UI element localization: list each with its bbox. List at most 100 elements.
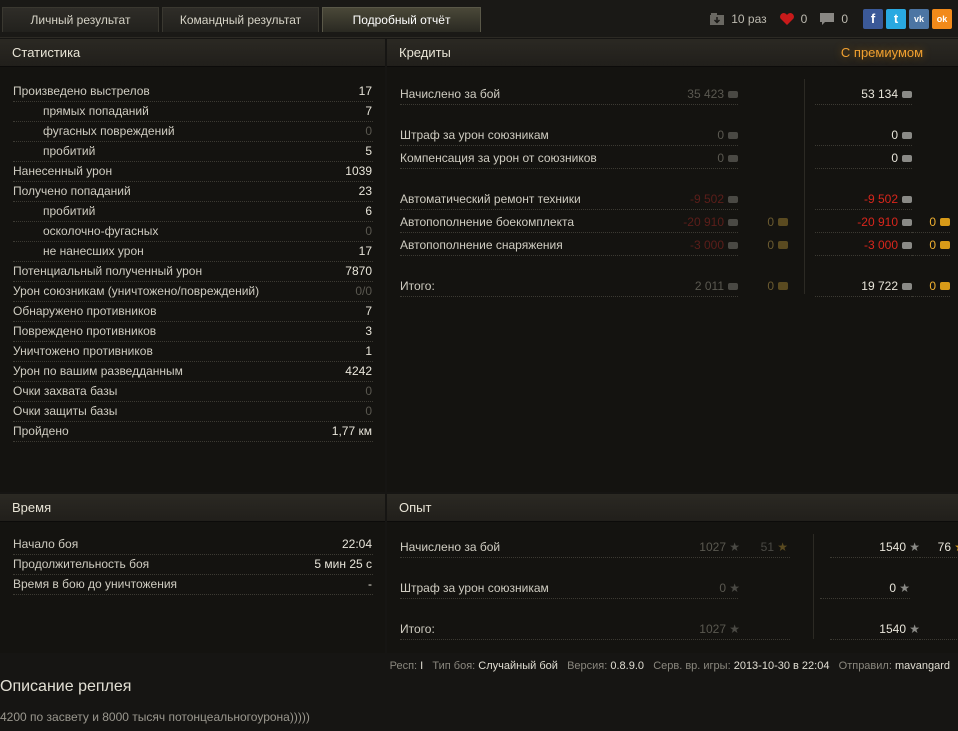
stat-row: Произведено выстрелов 17 [13, 82, 373, 102]
star-icon: ★ [729, 581, 740, 595]
stat-value: 0/0 [355, 284, 372, 298]
credit-base: 35 423 [650, 85, 738, 105]
time-value: 5 мин 25 с [314, 557, 372, 571]
odnoklassniki-icon[interactable]: ok [932, 9, 952, 29]
credit-base: -20 910 [650, 213, 738, 233]
credit-premium-gold-value: 0 [929, 215, 936, 229]
stat-label: Очки защиты базы [13, 404, 118, 418]
credit-premium: -3 000 [815, 236, 912, 256]
exp-premium: 1540 ★ [830, 538, 920, 558]
stat-row: Потенциальный полученный урон 7870 [13, 262, 373, 282]
credits-header: Кредиты С премиумом [387, 39, 958, 67]
credit-base-value: 2 011 [694, 279, 724, 293]
server-time-label: Серв. вр. игры: [653, 660, 731, 672]
credits-panel: Кредиты С премиумом Начислено за бой 35 … [387, 39, 958, 492]
credit-base-value: -3 000 [689, 238, 724, 252]
silver-coin-icon [728, 132, 738, 139]
battle-type-value: Случайный бой [478, 660, 558, 672]
tab-personal-result[interactable]: Личный результат [2, 7, 159, 32]
resp-value: I [420, 660, 424, 672]
gold-coin-icon [778, 218, 788, 226]
credit-premium-gold: 0 [912, 213, 950, 233]
vk-icon[interactable]: vk [909, 9, 929, 29]
gold-coin-icon [778, 282, 788, 290]
silver-coin-icon [902, 283, 912, 290]
tab-team-result[interactable]: Командный результат [162, 7, 319, 32]
stat-label: Пройдено [13, 424, 69, 438]
star-icon: ★ [899, 581, 910, 595]
stat-row: Урон союзникам (уничтожено/повреждений) 0… [13, 282, 373, 302]
exp-base: 0 ★ [650, 579, 740, 598]
credit-premium-value: 19 722 [861, 279, 898, 293]
twitter-icon[interactable]: t [886, 9, 906, 29]
silver-coin-icon [728, 242, 738, 249]
stat-label: Потенциальный полученный урон [13, 264, 203, 278]
star-icon: ★ [729, 540, 740, 554]
free-xp-star-icon: ★ [777, 540, 788, 554]
stat-row: Очки защиты базы 0 [13, 402, 373, 422]
stat-row: Получено попаданий 23 [13, 182, 373, 202]
stat-value: 4242 [345, 364, 372, 378]
exp-premium-value: 1540 [879, 622, 906, 636]
gold-coin-icon [778, 241, 788, 249]
experience-panel: Опыт Начислено за бой 1027 ★ 51 ★ 1540 ★ 76… [387, 494, 958, 653]
stat-value: 7 [365, 104, 372, 118]
silver-coin-icon [728, 91, 738, 98]
stat-label: прямых попаданий [43, 104, 149, 118]
credits-title: Кредиты [399, 45, 451, 60]
exp-premium-free-value: 76 [937, 540, 951, 554]
credit-base-gold-value: 0 [767, 238, 774, 252]
tab-detailed-report[interactable]: Подробный отчёт [322, 7, 481, 32]
sent-by-value[interactable]: mavangard [895, 660, 950, 672]
gold-coin-icon [940, 241, 950, 249]
stat-value: 0 [365, 404, 372, 418]
stat-row: Нанесенный урон 1039 [13, 162, 373, 182]
time-row: Начало боя 22:04 [13, 535, 373, 555]
star-icon: ★ [909, 622, 920, 636]
credit-premium-gold: 0 [912, 277, 950, 297]
stat-value: 17 [358, 244, 372, 258]
top-bar: Личный результат Командный результат Под… [0, 0, 958, 38]
exp-base-value: 1027 [699, 622, 726, 636]
stat-value: 23 [358, 184, 372, 198]
replay-info-bar: Респ: I Тип боя: Случайный бой Версия: 0… [0, 655, 958, 677]
silver-coin-icon [902, 155, 912, 162]
time-row: Время в бою до уничтожения - [13, 575, 373, 595]
stat-label: пробитий [43, 144, 96, 158]
credit-premium: 53 134 [815, 85, 912, 105]
comments-count: 0 [841, 12, 848, 26]
credit-base-gold: 0 [738, 213, 788, 233]
premium-label: С премиумом [840, 45, 924, 60]
stat-label: Урон союзникам (уничтожено/повреждений) [13, 284, 260, 298]
heart-icon[interactable] [779, 12, 795, 26]
credit-premium: 19 722 [815, 277, 912, 297]
stat-value: 7 [365, 304, 372, 318]
credit-base-value: 0 [717, 128, 724, 142]
stat-label: Нанесенный урон [13, 164, 113, 178]
stat-value: 5 [365, 144, 372, 158]
credit-premium-value: -9 502 [863, 192, 898, 206]
silver-coin-icon [902, 132, 912, 139]
stat-row: фугасных повреждений 0 [13, 122, 373, 142]
credit-premium-value: -3 000 [863, 238, 898, 252]
stat-label: пробитий [43, 204, 96, 218]
time-row: Продолжительность боя 5 мин 25 с [13, 555, 373, 575]
silver-coin-icon [728, 283, 738, 290]
exp-premium-value: 0 [889, 581, 896, 595]
resp-label: Респ: [389, 660, 418, 672]
free-xp-star-icon: ★ [954, 538, 958, 557]
exp-base-free: 51 ★ [740, 538, 788, 557]
stat-row: осколочно-фугасных 0 [13, 222, 373, 242]
stat-value: 6 [365, 204, 372, 218]
time-panel: Время Начало боя 22:04 Продолжительность … [0, 494, 385, 653]
time-value: - [368, 577, 372, 591]
download-icon [709, 12, 725, 26]
exp-base-value: 1027 [699, 540, 726, 554]
comment-icon[interactable] [819, 12, 835, 26]
credit-base-value: -20 910 [683, 215, 724, 229]
credit-base-gold: 0 [738, 277, 788, 297]
premium-divider [804, 79, 805, 294]
facebook-icon[interactable]: f [863, 9, 883, 29]
stat-label: не нанесших урон [43, 244, 144, 258]
time-label: Время в бою до уничтожения [13, 577, 178, 591]
